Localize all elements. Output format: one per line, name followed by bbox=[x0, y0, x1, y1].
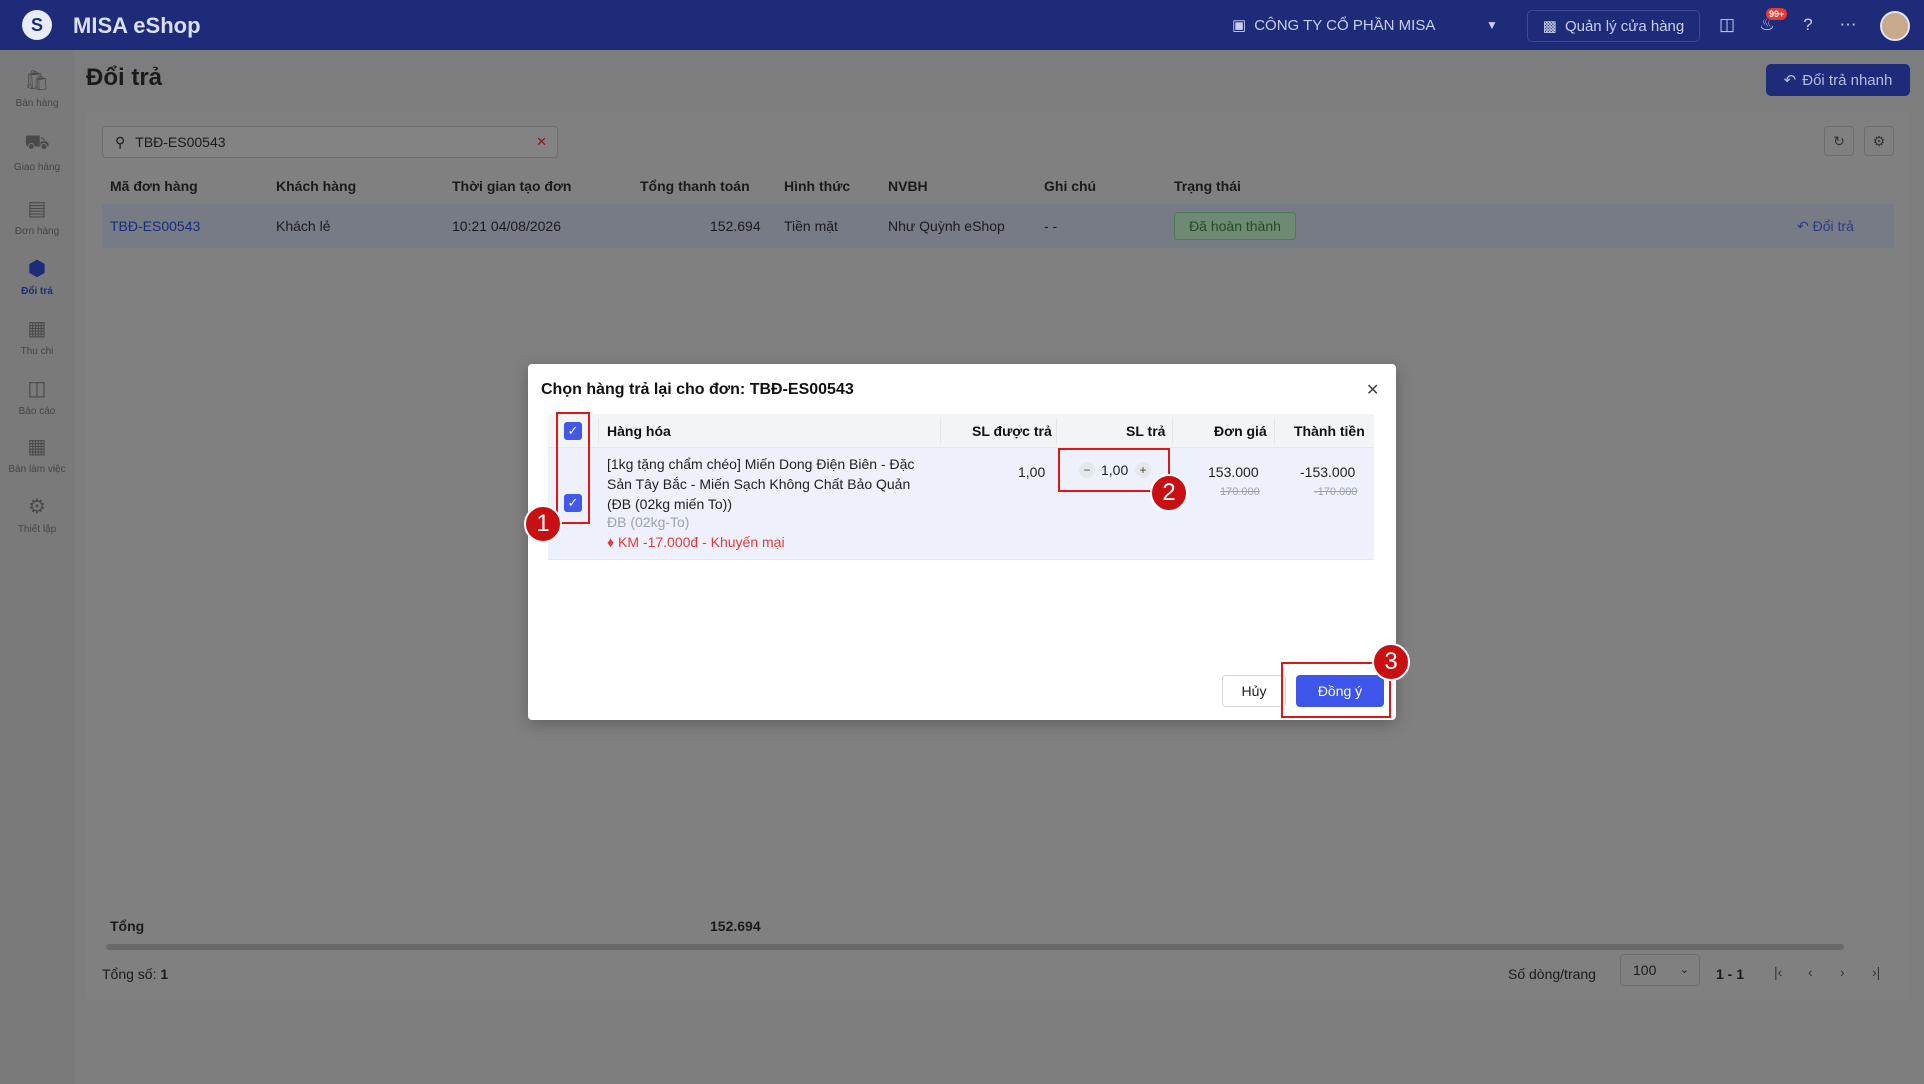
record-count: Tổng số: 1 bbox=[102, 966, 169, 982]
customer-cell: Khách lẻ bbox=[276, 218, 331, 234]
sidebar-item-cashflow[interactable]: ▦ Thu chi bbox=[0, 316, 74, 357]
column-header: Hình thức bbox=[784, 178, 851, 194]
clipboard-icon: ▤ bbox=[27, 198, 47, 220]
search-value: TBĐ-ES00543 bbox=[135, 134, 226, 150]
page-range: 1 - 1 bbox=[1716, 966, 1745, 982]
column-header: Tổng thanh toán bbox=[640, 178, 750, 194]
column-header: Mã đơn hàng bbox=[110, 178, 198, 194]
next-page-icon[interactable]: › bbox=[1840, 964, 1845, 980]
status-badge: Đã hoàn thành bbox=[1174, 212, 1296, 240]
search-icon: ⚲ bbox=[115, 133, 126, 150]
app-logo-icon: S bbox=[22, 10, 52, 40]
column-header: Trạng thái bbox=[1174, 178, 1241, 194]
note-cell: - - bbox=[1044, 218, 1058, 234]
unit-price: 153.000 bbox=[1208, 464, 1259, 480]
gear-icon: ⚙ bbox=[1872, 133, 1886, 149]
sidebar-item-settings[interactable]: ⚙ Thiết lập bbox=[0, 494, 74, 535]
store-icon: ▣ bbox=[1232, 17, 1247, 34]
column-header: Ghi chú bbox=[1044, 178, 1097, 194]
line-amount: -153.000 bbox=[1300, 464, 1356, 480]
sidebar-item-returns[interactable]: ⬢ Đổi trả bbox=[0, 256, 74, 297]
column-header: SL trả bbox=[1126, 423, 1166, 439]
company-name: CÔNG TY CỔ PHẦN MISA bbox=[1254, 16, 1436, 34]
top-bar: S MISA eShop ▣ CÔNG TY CỔ PHẦN MISA ▼ ▩ … bbox=[0, 0, 1924, 50]
returnable-qty: 1,00 bbox=[1018, 464, 1046, 480]
page-title: Đổi trả bbox=[86, 64, 163, 91]
cash-icon: ▦ bbox=[27, 318, 47, 340]
monitor-icon[interactable]: ◫ bbox=[1716, 14, 1738, 36]
sidebar-item-reports[interactable]: ◫ Báo cáo bbox=[0, 376, 74, 417]
cancel-button[interactable]: Hủy bbox=[1222, 675, 1286, 707]
app-name: MISA eShop bbox=[73, 13, 201, 38]
refresh-icon: ↻ bbox=[1833, 133, 1845, 149]
chevron-down-icon: ⌄ bbox=[1679, 964, 1689, 976]
help-icon[interactable]: ? bbox=[1797, 14, 1819, 36]
prev-page-icon[interactable]: ‹ bbox=[1808, 964, 1813, 980]
sidebar-item-orders[interactable]: ▤ Đơn hàng bbox=[0, 196, 74, 237]
rows-per-page-label: Số dòng/trang bbox=[1508, 966, 1596, 982]
chevron-down-icon[interactable]: ▼ bbox=[1486, 18, 1498, 32]
sidebar-item-sales[interactable]: 🛍 Bán hàng bbox=[0, 68, 74, 109]
gear-icon: ⚙ bbox=[28, 496, 46, 518]
footer-total-value: 152.694 bbox=[710, 918, 761, 934]
column-header: Hàng hóa bbox=[607, 423, 671, 439]
order-code-link[interactable]: TBĐ-ES00543 bbox=[110, 218, 200, 234]
store-management-button[interactable]: ▩ Quản lý cửa hàng bbox=[1527, 10, 1700, 42]
product-name: [1kg tặng chẩm chéo] Miến Dong Điện Biên… bbox=[607, 456, 915, 512]
notification-badge: 99+ bbox=[1766, 8, 1788, 20]
column-header: Khách hàng bbox=[276, 178, 357, 194]
row-return-link[interactable]: ↶ Đổi trả bbox=[1797, 218, 1854, 235]
total-cell: 152.694 bbox=[710, 218, 761, 234]
original-unit-price: 170.000 bbox=[1220, 486, 1260, 498]
column-header: Thành tiền bbox=[1294, 423, 1365, 439]
refresh-button[interactable]: ↻ bbox=[1824, 126, 1854, 156]
annotation-marker-1: 1 bbox=[524, 505, 562, 543]
promotion-label: ♦ KM -17.000đ - Khuyến mại bbox=[607, 534, 785, 550]
sidebar-item-delivery[interactable]: ⛟ Giao hàng bbox=[0, 132, 74, 173]
company-selector[interactable]: ▣ CÔNG TY CỔ PHẦN MISA bbox=[1232, 16, 1436, 35]
original-line-amount: -170.000 bbox=[1314, 486, 1358, 498]
return-icon: ↶ bbox=[1783, 72, 1797, 89]
return-box-icon: ⬢ bbox=[28, 258, 46, 280]
method-cell: Tiền mặt bbox=[784, 218, 838, 234]
sidebar-item-workspace[interactable]: ▦ Bàn làm việc bbox=[0, 434, 74, 475]
close-icon[interactable]: ✕ bbox=[1366, 380, 1379, 400]
annotation-marker-2: 2 bbox=[1150, 474, 1188, 512]
return-icon: ↶ bbox=[1797, 218, 1813, 234]
shopping-bag-icon: 🛍 bbox=[24, 70, 50, 92]
last-page-icon[interactable]: ›| bbox=[1872, 964, 1880, 980]
column-header: SL được trả bbox=[972, 423, 1052, 439]
dialog-title: Chọn hàng trả lại cho đơn: TBĐ-ES00543 bbox=[541, 381, 854, 398]
column-header: Đơn giá bbox=[1214, 423, 1267, 439]
staff-cell: Như Quỳnh eShop bbox=[888, 218, 1005, 234]
tag-icon: ♦ bbox=[607, 534, 619, 550]
search-input[interactable]: ⚲ TBĐ-ES00543 ✕ bbox=[102, 126, 558, 158]
chart-icon: ◫ bbox=[27, 378, 47, 400]
created-cell: 10:21 04/08/2026 bbox=[452, 218, 561, 234]
annotation-marker-3: 3 bbox=[1372, 643, 1410, 681]
avatar[interactable] bbox=[1880, 11, 1910, 41]
settings-button[interactable]: ⚙ bbox=[1864, 126, 1894, 156]
footer-total-label: Tổng bbox=[110, 918, 145, 934]
clipboard-icon: ▩ bbox=[1542, 18, 1557, 35]
horizontal-scrollbar[interactable] bbox=[106, 944, 1844, 950]
column-header: NVBH bbox=[888, 178, 928, 194]
more-icon[interactable]: ⋯ bbox=[1837, 14, 1859, 36]
grid-icon: ▦ bbox=[27, 436, 47, 458]
truck-icon: ⛟ bbox=[24, 132, 50, 154]
highlight-box-checkboxes bbox=[556, 412, 590, 524]
clear-icon[interactable]: ✕ bbox=[536, 134, 547, 150]
quick-return-button[interactable]: ↶ Đổi trả nhanh bbox=[1766, 64, 1910, 96]
product-variant: ĐB (02kg-To) bbox=[607, 514, 690, 530]
rows-per-page-select[interactable]: 100 ⌄ bbox=[1620, 954, 1700, 986]
column-header: Thời gian tạo đơn bbox=[452, 178, 572, 194]
first-page-icon[interactable]: |‹ bbox=[1774, 964, 1782, 980]
